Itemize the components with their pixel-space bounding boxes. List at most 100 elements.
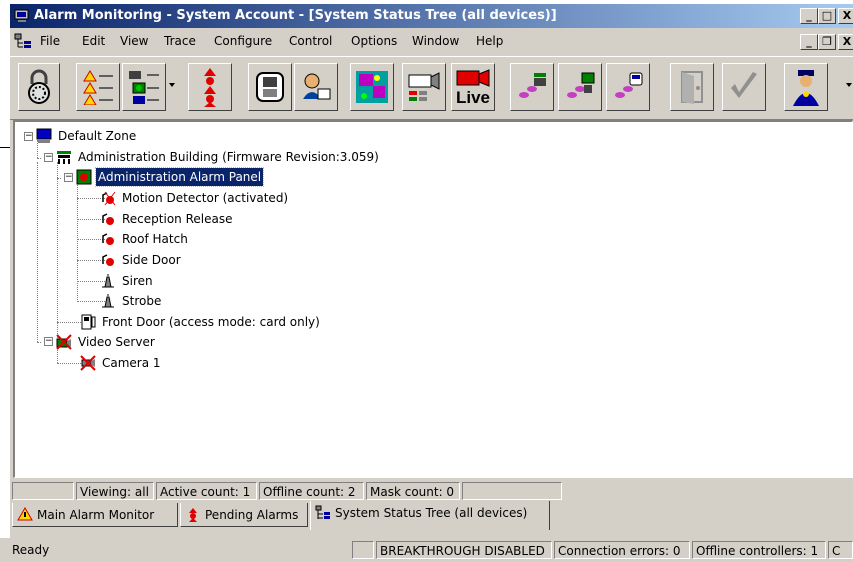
tree-line bbox=[37, 162, 38, 342]
alarm-filter-button[interactable] bbox=[76, 63, 120, 111]
warning-list-icon bbox=[83, 70, 113, 105]
trace-building-button[interactable] bbox=[510, 63, 554, 111]
monitor-icon bbox=[36, 128, 52, 143]
menu-options[interactable]: Options bbox=[351, 30, 397, 52]
counts-bar: Viewing: all Active count: 1 Offline cou… bbox=[10, 482, 853, 500]
tree-label: Siren bbox=[122, 274, 153, 288]
tree-view-icon[interactable] bbox=[14, 33, 32, 49]
window-title: Alarm Monitoring - System Account - [Sys… bbox=[34, 8, 557, 23]
ready-status: Ready bbox=[12, 543, 50, 557]
checkmark-icon bbox=[731, 72, 757, 98]
mdi-minimize-button[interactable]: _ bbox=[800, 34, 818, 50]
menu-trace[interactable]: Trace bbox=[164, 30, 196, 52]
mdi-restore-button[interactable]: ❐ bbox=[818, 34, 836, 50]
status-bar: Ready BREAKTHROUGH DISABLED Connection e… bbox=[0, 538, 853, 562]
tree-label: Motion Detector (activated) bbox=[122, 191, 289, 205]
tab-pending-alarms[interactable]: Pending Alarms bbox=[180, 503, 308, 527]
tab-label: Main Alarm Monitor bbox=[37, 508, 155, 522]
toolbar: Live bbox=[10, 56, 853, 120]
close-button[interactable]: X bbox=[838, 8, 853, 24]
tree-label: Camera 1 bbox=[102, 356, 161, 370]
tab-system-status-tree[interactable]: System Status Tree (all devices) bbox=[310, 501, 550, 530]
padlock-icon bbox=[28, 69, 50, 104]
trace-reader-icon bbox=[615, 72, 643, 98]
minimize-button[interactable]: _ bbox=[800, 8, 818, 24]
trace-panel-icon bbox=[567, 72, 595, 98]
collapse-toggle[interactable]: − bbox=[64, 173, 73, 182]
cardholder-button[interactable] bbox=[294, 63, 338, 111]
collapse-toggle[interactable]: − bbox=[44, 337, 53, 346]
warning-icon bbox=[17, 507, 33, 521]
live-video-button[interactable]: Live bbox=[451, 63, 495, 111]
trace-reader-button[interactable] bbox=[606, 63, 650, 111]
menu-help[interactable]: Help bbox=[476, 30, 503, 52]
breakthrough-status: BREAKTHROUGH DISABLED bbox=[376, 541, 552, 559]
dropdown-arrow-icon[interactable] bbox=[846, 83, 852, 87]
video-server-offline-icon bbox=[56, 334, 72, 350]
tree-label: Strobe bbox=[122, 294, 162, 308]
tree-line bbox=[57, 162, 58, 346]
tree-label: Administration Building (Firmware Revisi… bbox=[78, 150, 379, 164]
door-icon bbox=[681, 71, 703, 104]
pending-alarms-button[interactable] bbox=[188, 63, 232, 111]
acknowledge-button[interactable] bbox=[722, 63, 766, 111]
collapse-toggle[interactable]: − bbox=[24, 132, 33, 141]
tab-label: Pending Alarms bbox=[205, 508, 299, 522]
building-icon bbox=[57, 151, 71, 164]
offline-controllers-status: Offline controllers: 1 bbox=[692, 541, 826, 559]
status-tree[interactable]: − − − − Default Zone Administration Buil… bbox=[13, 120, 853, 478]
title-bar[interactable]: Alarm Monitoring - System Account - [Sys… bbox=[10, 4, 853, 28]
tree-line bbox=[77, 182, 78, 302]
panel-icon bbox=[256, 72, 284, 102]
tab-main-alarm-monitor[interactable]: Main Alarm Monitor bbox=[12, 503, 178, 527]
tree-line bbox=[57, 178, 61, 179]
dropdown-arrow-icon[interactable] bbox=[169, 83, 175, 87]
restore-button[interactable]: □ bbox=[818, 8, 836, 24]
person-card-icon bbox=[303, 73, 331, 100]
connection-errors-status: Connection errors: 0 bbox=[554, 541, 690, 559]
viewing-filter: Viewing: all bbox=[76, 482, 154, 500]
map-button[interactable] bbox=[350, 63, 394, 111]
panel-button[interactable] bbox=[248, 63, 292, 111]
alarm-input-active-icon bbox=[102, 191, 116, 206]
status-empty-panel bbox=[352, 541, 374, 559]
counts-empty-panel bbox=[462, 482, 562, 500]
menu-configure[interactable]: Configure bbox=[214, 30, 272, 52]
menu-control[interactable]: Control bbox=[289, 30, 332, 52]
trace-panel-button[interactable] bbox=[558, 63, 602, 111]
pending-alarm-icon bbox=[189, 508, 197, 522]
counts-empty-panel bbox=[12, 482, 74, 500]
menu-edit[interactable]: Edit bbox=[82, 30, 105, 52]
trace-building-icon bbox=[519, 73, 546, 98]
mask-count: Mask count: 0 bbox=[366, 482, 460, 500]
tree-line bbox=[37, 158, 41, 159]
collapse-toggle[interactable]: − bbox=[44, 153, 53, 162]
tree-label: Roof Hatch bbox=[122, 232, 188, 246]
tree-line bbox=[37, 342, 41, 343]
offline-count: Offline count: 2 bbox=[259, 482, 364, 500]
alarm-input-icon bbox=[102, 213, 114, 225]
tree-view-icon bbox=[315, 505, 330, 519]
mdi-close-button[interactable]: X bbox=[838, 34, 853, 50]
live-label: Live bbox=[455, 88, 491, 107]
lock-button[interactable] bbox=[18, 63, 60, 111]
video-button[interactable] bbox=[402, 63, 446, 111]
view-tabs: Main Alarm Monitor Pending Alarms System… bbox=[10, 501, 853, 531]
monitor-icon bbox=[14, 9, 29, 22]
device-list-button[interactable] bbox=[122, 63, 166, 111]
main-window: Alarm Monitoring - System Account - [Sys… bbox=[10, 4, 853, 562]
alarm-input-icon bbox=[102, 233, 114, 245]
menu-window[interactable]: Window bbox=[412, 30, 459, 52]
open-door-button[interactable] bbox=[670, 63, 714, 111]
menu-file[interactable]: File bbox=[40, 30, 60, 52]
device-list-icon bbox=[129, 71, 159, 104]
tree-label: Administration Alarm Panel bbox=[94, 167, 265, 187]
menu-view[interactable]: View bbox=[120, 30, 148, 52]
active-count: Active count: 1 bbox=[156, 482, 257, 500]
map-icon bbox=[356, 71, 388, 103]
tree-label: Reception Release bbox=[122, 212, 233, 226]
camera-offline-icon bbox=[80, 355, 96, 371]
guard-tour-button[interactable] bbox=[784, 63, 828, 111]
strobe-icon bbox=[102, 294, 114, 308]
alarm-input-icon bbox=[102, 254, 114, 266]
